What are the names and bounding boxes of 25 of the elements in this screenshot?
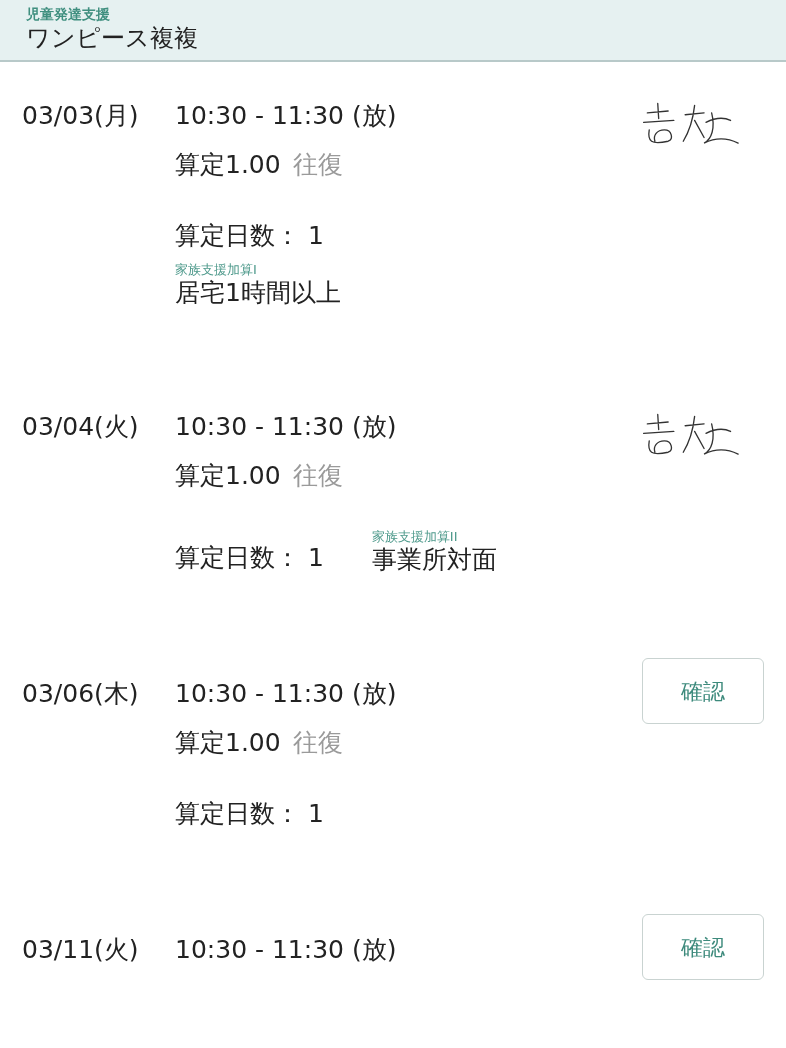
header-subtitle: 児童発達支援 bbox=[26, 6, 111, 22]
time-range: 10:30 - 11:30 (放) bbox=[175, 100, 398, 132]
days-count: 算定日数： 1 bbox=[175, 220, 324, 252]
calc-value: 算定1.00 bbox=[175, 460, 281, 492]
days-count: 算定日数： 1 bbox=[175, 798, 324, 830]
date-label: 03/03(月) bbox=[21, 100, 140, 132]
confirm-button[interactable]: 確認 bbox=[642, 914, 764, 980]
days-count: 算定日数： 1 bbox=[175, 542, 324, 574]
date-label: 03/06(木) bbox=[21, 678, 140, 710]
date-label: 03/04(火) bbox=[21, 411, 140, 443]
confirm-button[interactable]: 確認 bbox=[642, 658, 764, 724]
date-label: 03/11(火) bbox=[21, 934, 140, 966]
time-range: 10:30 - 11:30 (放) bbox=[175, 934, 398, 966]
time-range: 10:30 - 11:30 (放) bbox=[175, 678, 398, 710]
calc-value: 算定1.00 bbox=[175, 149, 281, 181]
header-title: ワンピース複複 bbox=[26, 23, 199, 54]
addition-label: 家族支援加算II bbox=[371, 529, 459, 544]
addition-value: 居宅1時間以上 bbox=[175, 277, 342, 309]
addition-label: 家族支援加算I bbox=[175, 262, 258, 277]
calc-value: 算定1.00 bbox=[175, 727, 281, 759]
transport-label: 往復 bbox=[292, 727, 343, 759]
transport-label: 往復 bbox=[292, 460, 343, 492]
time-range: 10:30 - 11:30 (放) bbox=[175, 411, 398, 443]
addition-value: 事業所対面 bbox=[371, 544, 497, 576]
transport-label: 往復 bbox=[292, 149, 343, 181]
